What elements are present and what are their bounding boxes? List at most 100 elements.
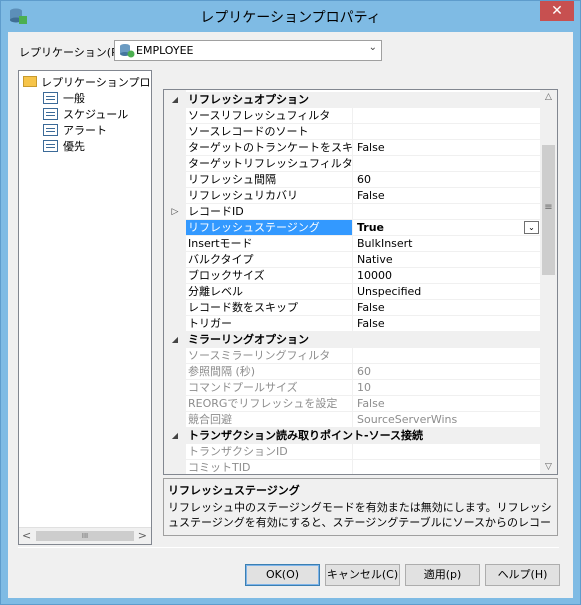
property-value[interactable]: Native [353, 252, 542, 268]
property-name: レコード数をスキップ [186, 300, 353, 316]
property-name: リフレッシュ間隔 [186, 172, 353, 188]
property-value[interactable] [353, 444, 542, 460]
property-row-selected[interactable]: リフレッシュステージング True ⌄ [164, 220, 542, 236]
property-value[interactable]: 60 [353, 172, 542, 188]
property-value[interactable]: 10 [353, 380, 542, 396]
category-row[interactable]: ◢ リフレッシュオプション [164, 92, 542, 108]
divider [18, 547, 559, 548]
property-value[interactable]: Unspecified [353, 284, 542, 300]
property-row[interactable]: 競合回避 SourceServerWins [164, 412, 542, 428]
property-name: 分離レベル [186, 284, 353, 300]
replication-select[interactable]: EMPLOYEE ⌄ [114, 40, 382, 61]
tree-item-label: 優先 [63, 140, 85, 153]
tree-root-label: レプリケーションプロパティ [41, 76, 151, 89]
property-name: Insertモード [186, 236, 353, 252]
property-name: ターゲットのトランケートをスキップ [186, 140, 353, 156]
property-row[interactable]: コミットTID [164, 460, 542, 474]
dropdown-button[interactable]: ⌄ [524, 221, 539, 234]
property-name: トランザクションID [186, 444, 353, 460]
tree-item-label: アラート [63, 124, 107, 137]
property-row[interactable]: ソースミラーリングフィルタ [164, 348, 542, 364]
property-row[interactable]: レコード数をスキップ False [164, 300, 542, 316]
chevron-down-icon[interactable]: ⌄ [369, 42, 377, 53]
property-value[interactable] [353, 124, 542, 140]
help-button[interactable]: ヘルプ(H) [485, 564, 560, 586]
property-row[interactable]: REORGでリフレッシュを設定 False [164, 396, 542, 412]
category-label: リフレッシュオプション [186, 92, 542, 108]
category-label: トランザクション読み取りポイント-ソース接続 [186, 428, 542, 444]
property-row[interactable]: ▷ レコードID [164, 204, 542, 220]
scroll-down-icon[interactable]: ▽ [540, 462, 557, 472]
property-value[interactable]: False [353, 300, 542, 316]
tree-item-alert[interactable]: アラート [43, 122, 107, 138]
property-row[interactable]: ブロックサイズ 10000 [164, 268, 542, 284]
property-row[interactable]: ターゲットリフレッシュフィルタ [164, 156, 542, 172]
property-row[interactable]: ソースリフレッシュフィルタ [164, 108, 542, 124]
scroll-up-icon[interactable]: △ [540, 92, 557, 102]
database-icon [120, 44, 135, 58]
folder-icon [23, 76, 37, 87]
collapse-icon[interactable]: ◢ [164, 428, 186, 444]
tree-item-general[interactable]: 一般 [43, 90, 85, 106]
property-value[interactable] [353, 156, 542, 172]
apply-button[interactable]: 適用(p) [405, 564, 480, 586]
property-value[interactable]: BulkInsert [353, 236, 542, 252]
page-icon [43, 92, 58, 104]
property-value[interactable]: 10000 [353, 268, 542, 284]
property-grid[interactable]: ◢ リフレッシュオプション ソースリフレッシュフィルタ ソースレコードのソート … [163, 89, 558, 475]
property-name: リフレッシュリカバリ [186, 188, 353, 204]
property-value[interactable]: False [353, 140, 542, 156]
scroll-left-icon[interactable]: < [22, 529, 31, 542]
property-row[interactable]: コマンドプールサイズ 10 [164, 380, 542, 396]
property-value[interactable] [353, 204, 542, 220]
property-row[interactable]: ソースレコードのソート [164, 124, 542, 140]
property-row[interactable]: 参照間隔 (秒) 60 [164, 364, 542, 380]
cancel-button[interactable]: キャンセル(C) [325, 564, 400, 586]
description-panel: リフレッシュステージング リフレッシュ中のステージングモードを有効または無効にし… [163, 478, 558, 536]
property-row[interactable]: トリガー False [164, 316, 542, 332]
property-name: ターゲットリフレッシュフィルタ [186, 156, 353, 172]
property-value[interactable]: True [353, 220, 542, 236]
tree-item-priority[interactable]: 優先 [43, 138, 85, 154]
category-row[interactable]: ◢ ミラーリングオプション [164, 332, 542, 348]
close-button[interactable]: ✕ [540, 1, 574, 21]
tree-horizontal-scrollbar[interactable]: < III > [19, 527, 151, 544]
property-value[interactable]: False [353, 316, 542, 332]
property-value[interactable]: False [353, 396, 542, 412]
tree-item-schedule[interactable]: スケジュール [43, 106, 128, 122]
property-value[interactable]: SourceServerWins [353, 412, 542, 428]
scroll-thumb[interactable]: III [36, 531, 134, 541]
collapse-icon[interactable]: ◢ [164, 92, 186, 108]
property-row[interactable]: リフレッシュ間隔 60 [164, 172, 542, 188]
category-tree[interactable]: レプリケーションプロパティ 一般 スケジュール アラート 優先 < III > [18, 70, 152, 545]
property-row[interactable]: バルクタイプ Native [164, 252, 542, 268]
tree-root[interactable]: レプリケーションプロパティ [23, 74, 151, 90]
expand-icon[interactable]: ▷ [164, 204, 186, 220]
category-row[interactable]: ◢ トランザクション読み取りポイント-ソース接続 [164, 428, 542, 444]
property-name: ソースリフレッシュフィルタ [186, 108, 353, 124]
property-value[interactable]: False [353, 188, 542, 204]
property-name: バルクタイプ [186, 252, 353, 268]
description-text: リフレッシュ中のステージングモードを有効または無効にします。リフレッシュステージ… [168, 501, 552, 529]
property-row[interactable]: Insertモード BulkInsert [164, 236, 542, 252]
property-name: コミットTID [186, 460, 353, 474]
property-value[interactable] [353, 348, 542, 364]
property-value[interactable] [353, 108, 542, 124]
property-name: ソースレコードのソート [186, 124, 353, 140]
scroll-right-icon[interactable]: > [138, 529, 147, 542]
grid-vertical-scrollbar[interactable]: △ ≡ ▽ [540, 90, 557, 474]
dialog-window: レプリケーションプロパティ ✕ レプリケーション(R) EMPLOYEE ⌄ レ… [0, 0, 581, 605]
property-value[interactable] [353, 460, 542, 474]
property-value[interactable]: 60 [353, 364, 542, 380]
property-row[interactable]: リフレッシュリカバリ False [164, 188, 542, 204]
property-row[interactable]: 分離レベル Unspecified [164, 284, 542, 300]
property-name: レコードID [186, 204, 353, 220]
property-row[interactable]: トランザクションID [164, 444, 542, 460]
collapse-icon[interactable]: ◢ [164, 332, 186, 348]
page-icon [43, 140, 58, 152]
title-bar[interactable]: レプリケーションプロパティ ✕ [1, 1, 580, 32]
ok-button[interactable]: OK(O) [245, 564, 320, 586]
property-name: REORGでリフレッシュを設定 [186, 396, 353, 412]
grip-icon: ≡ [544, 202, 553, 213]
property-row[interactable]: ターゲットのトランケートをスキップFalse [164, 140, 542, 156]
